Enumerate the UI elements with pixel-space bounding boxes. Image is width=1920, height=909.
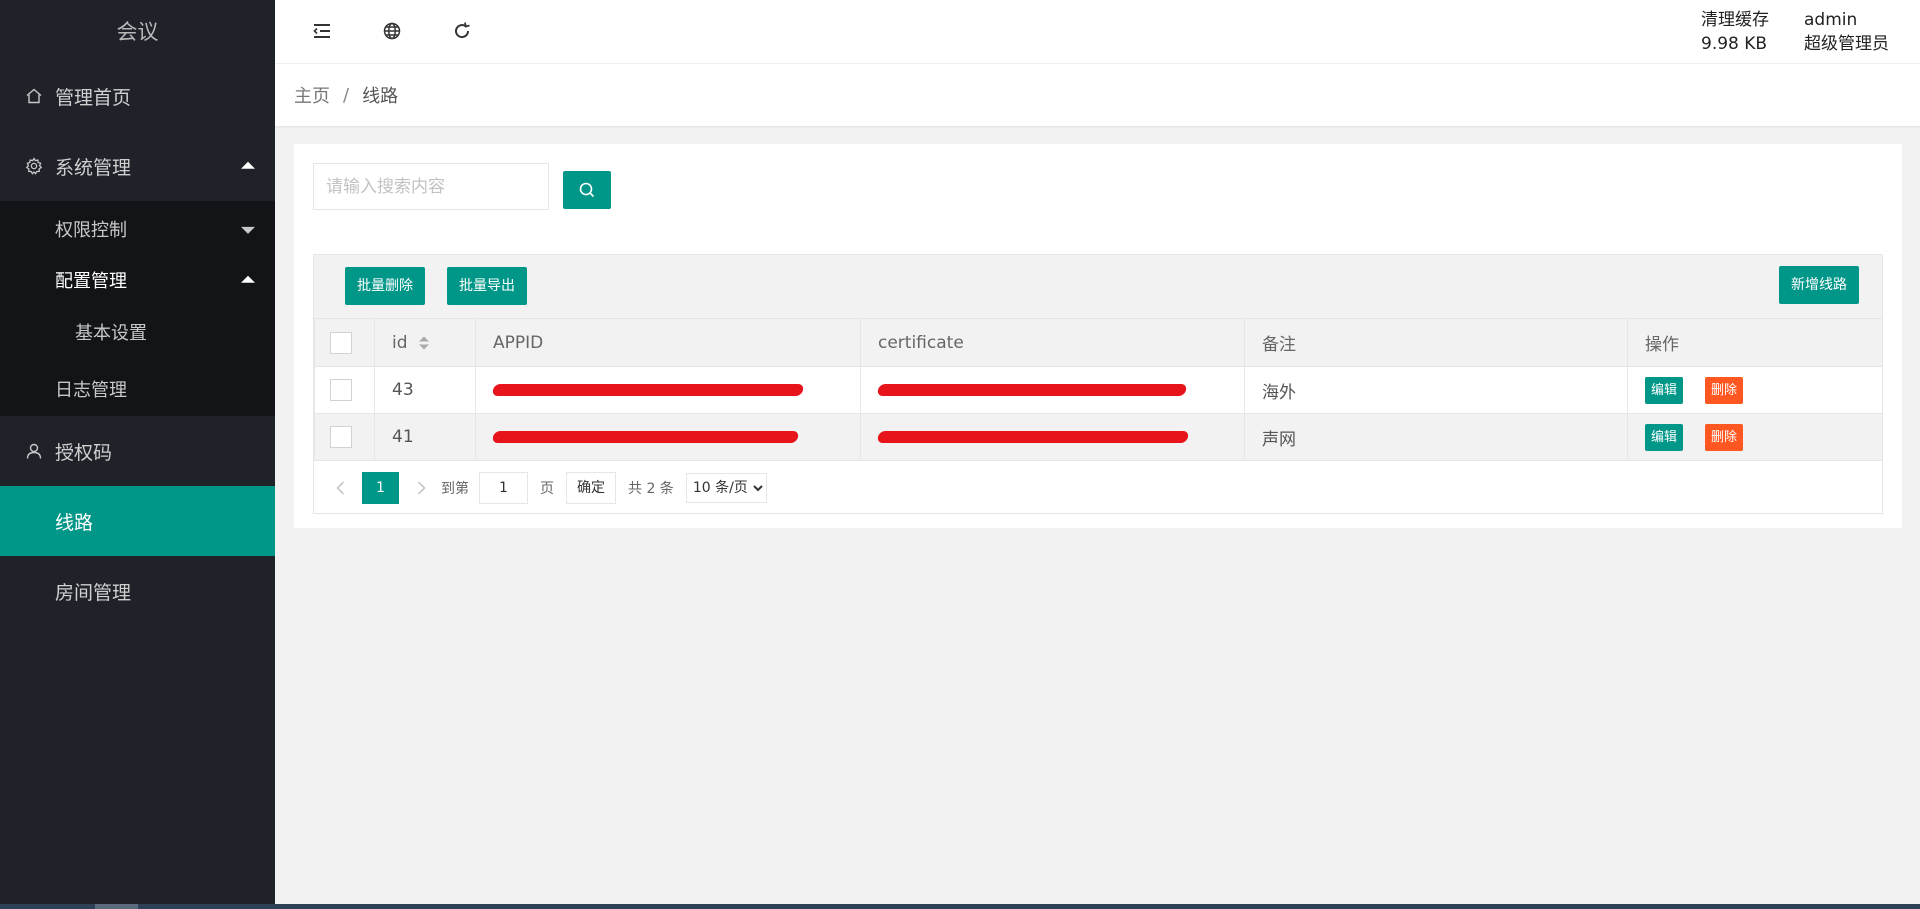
redaction-mark xyxy=(491,384,805,396)
table-toolbar: 批量删除 批量导出 新增线路 xyxy=(314,255,1882,318)
sidebar-item-logs[interactable]: 日志管理 xyxy=(0,362,275,416)
breadcrumb-home[interactable]: 主页 xyxy=(294,82,330,108)
sidebar-item-system[interactable]: 系统管理 xyxy=(0,131,275,201)
page-unit-label: 页 xyxy=(540,481,554,497)
sidebar-item-basic-settings[interactable]: 基本设置 xyxy=(0,302,275,362)
user-icon xyxy=(25,442,43,460)
sidebar-item-label: 配置管理 xyxy=(55,270,127,292)
sidebar-item-dashboard[interactable]: 管理首页 xyxy=(0,61,275,131)
table-header-row: id APPID certificate 备注 操作 xyxy=(314,318,1883,367)
cell-id: 43 xyxy=(374,366,476,414)
batch-export-button[interactable]: 批量导出 xyxy=(447,267,527,305)
edit-button[interactable]: 编辑 xyxy=(1645,376,1684,404)
batch-delete-button[interactable]: 批量删除 xyxy=(345,267,425,305)
sidebar-item-routes[interactable]: 线路 xyxy=(0,486,275,556)
redaction-mark xyxy=(876,431,1190,443)
cell-actions: 编辑 删除 xyxy=(1627,366,1883,414)
redaction-mark xyxy=(876,384,1188,396)
sidebar-item-label: 房间管理 xyxy=(55,581,132,604)
bottom-scrollbar[interactable] xyxy=(0,904,1920,909)
search-button[interactable] xyxy=(563,171,611,209)
delete-button[interactable]: 删除 xyxy=(1705,423,1744,451)
goto-page-input[interactable] xyxy=(479,472,528,504)
table-row: 43 海外 编辑 删除 xyxy=(314,366,1883,414)
globe-icon[interactable] xyxy=(382,21,402,41)
add-route-button[interactable]: 新增线路 xyxy=(1779,266,1859,304)
user-role: 超级管理员 xyxy=(1804,34,1889,54)
routes-table: id APPID certificate 备注 操作 43 海外 编辑 删除 4… xyxy=(314,318,1883,461)
app-logo: 会议 xyxy=(116,19,159,44)
goto-confirm-button[interactable]: 确定 xyxy=(566,472,616,504)
total-count: 共 2 条 xyxy=(628,481,674,497)
delete-button[interactable]: 删除 xyxy=(1705,376,1744,404)
top-header: 清理缓存 9.98 KB admin 超级管理员 xyxy=(275,0,1920,64)
clear-cache-label: 清理缓存 xyxy=(1701,10,1769,30)
search-icon xyxy=(578,181,596,199)
sidebar-item-label: 线路 xyxy=(55,511,94,534)
menu-collapse-icon[interactable] xyxy=(312,21,332,41)
gear-icon xyxy=(25,157,43,175)
data-table: 批量删除 批量导出 新增线路 id APPID certificate 备注 操… xyxy=(313,254,1883,514)
column-header-certificate: certificate xyxy=(860,318,1245,367)
sidebar-item-permissions[interactable]: 权限控制 xyxy=(0,201,275,257)
column-header-remark: 备注 xyxy=(1244,318,1628,367)
page-button-current[interactable]: 1 xyxy=(362,472,399,504)
sidebar-item-label: 管理首页 xyxy=(55,86,132,109)
user-menu[interactable]: admin 超级管理员 xyxy=(1804,8,1889,56)
row-checkbox-cell xyxy=(314,413,375,461)
pagination: 1 到第 页 确定 共 2 条 10 条/页 xyxy=(314,463,1882,513)
edit-button[interactable]: 编辑 xyxy=(1645,423,1684,451)
sidebar-submenu-system: 权限控制 配置管理 基本设置 日志管理 xyxy=(0,201,275,416)
breadcrumb-separator: / xyxy=(343,84,350,106)
cell-remark: 声网 xyxy=(1244,413,1628,461)
table-row: 41 声网 编辑 删除 xyxy=(314,413,1883,461)
cell-appid xyxy=(475,413,861,461)
prev-page-icon[interactable] xyxy=(331,478,351,498)
main-card: 批量删除 批量导出 新增线路 id xyxy=(294,144,1902,528)
sidebar-item-label: 系统管理 xyxy=(55,156,132,179)
cell-certificate xyxy=(860,413,1245,461)
column-header-label: id xyxy=(392,332,408,353)
cache-size: 9.98 KB xyxy=(1701,34,1768,54)
row-checkbox[interactable] xyxy=(330,379,352,401)
user-name: admin xyxy=(1804,10,1858,30)
sidebar: 会议 管理首页 系统管理 权限控制 配置管理 基本设置 日志管理 授权码 线路 … xyxy=(0,0,275,909)
page-size-select[interactable]: 10 条/页 xyxy=(685,473,767,503)
cell-appid xyxy=(475,366,861,414)
sidebar-item-auth-code[interactable]: 授权码 xyxy=(0,416,275,486)
goto-label: 到第 xyxy=(441,481,469,497)
row-checkbox[interactable] xyxy=(330,426,352,448)
select-all-checkbox[interactable] xyxy=(330,331,352,354)
chevron-up-icon xyxy=(241,161,255,169)
sidebar-item-label: 日志管理 xyxy=(55,380,127,401)
next-page-icon[interactable] xyxy=(411,478,431,498)
header-checkbox-cell xyxy=(314,318,375,367)
sidebar-item-config[interactable]: 配置管理 xyxy=(0,257,275,302)
column-header-actions: 操作 xyxy=(1627,318,1883,367)
sidebar-item-label: 授权码 xyxy=(55,441,113,464)
column-header-id[interactable]: id xyxy=(374,318,476,367)
sidebar-item-rooms[interactable]: 房间管理 xyxy=(0,556,275,626)
search-input[interactable] xyxy=(313,163,549,210)
redaction-mark xyxy=(491,431,800,443)
cell-actions: 编辑 删除 xyxy=(1627,413,1883,461)
sort-icon[interactable] xyxy=(418,335,430,351)
row-checkbox-cell xyxy=(314,366,375,414)
home-icon xyxy=(25,87,43,105)
scrollbar-thumb[interactable] xyxy=(95,904,138,909)
clear-cache-button[interactable]: 清理缓存 9.98 KB xyxy=(1701,8,1769,56)
breadcrumb: 主页 / 线路 xyxy=(275,64,1920,126)
column-header-appid: APPID xyxy=(475,318,861,367)
breadcrumb-current: 线路 xyxy=(362,86,399,107)
cell-id: 41 xyxy=(374,413,476,461)
sidebar-item-label: 权限控制 xyxy=(55,220,127,241)
chevron-down-icon xyxy=(241,226,255,234)
cell-certificate xyxy=(860,366,1245,414)
cell-remark: 海外 xyxy=(1244,366,1628,414)
refresh-icon[interactable] xyxy=(452,21,472,41)
chevron-up-icon xyxy=(241,275,255,283)
